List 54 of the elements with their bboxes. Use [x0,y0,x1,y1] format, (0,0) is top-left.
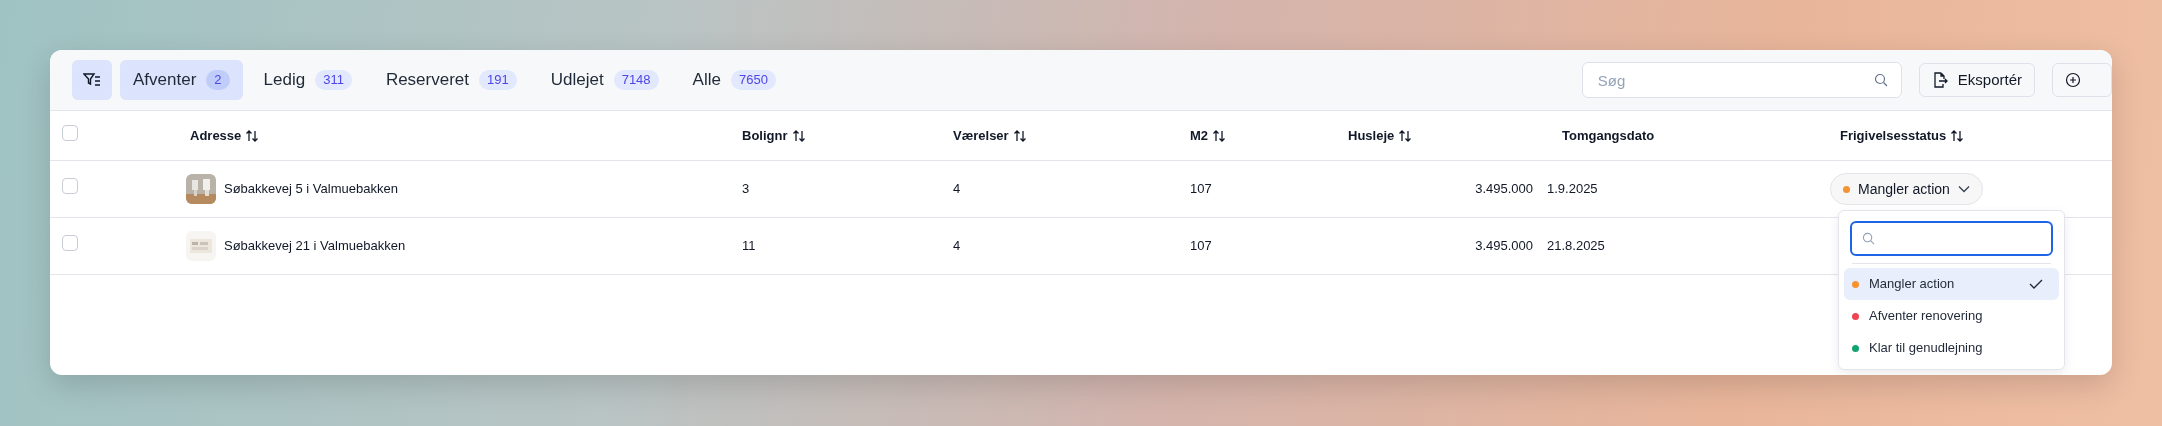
search-icon [1873,73,1888,87]
check-icon [2029,279,2043,289]
table-cell: 21.8.2025 [1547,238,1605,254]
file-export-icon [1931,72,1948,88]
menu-option[interactable]: Mangler action [1844,268,2059,300]
search-field[interactable]: Søg [1581,62,1902,98]
count-badge: 191 [479,70,517,90]
filter-button[interactable] [72,60,112,100]
checkbox[interactable] [62,235,78,252]
column-header[interactable]: Husleje [1348,125,1395,146]
address-cell-text: Søbakkevej 5 i Valmuebakken [224,180,398,199]
checkbox[interactable] [62,124,78,141]
table-cell: 4 [953,238,961,254]
column-header[interactable]: Tomgangsdato [1562,125,1655,146]
status-dropdown[interactable]: Mangler action [1830,173,1983,205]
count-badge: 7148 [613,70,659,90]
table-cell: 1.9.2025 [1547,181,1598,197]
menu-search-field[interactable] [1850,221,2053,256]
chevron-down-icon [1957,185,1970,193]
tab[interactable]: Reserveret 191 [372,60,530,100]
table-cell: 11 [742,238,756,254]
sort-icon [1012,128,1027,143]
tab[interactable]: Udlejet 7148 [537,60,672,100]
sort-icon [1950,128,1965,143]
plus-circle-icon [2065,72,2081,88]
table-cell: 107 [1190,181,1212,197]
count-badge: 311 [315,70,352,90]
column-header[interactable]: Frigivelsesstatus [1840,125,1947,146]
table-cell: 107 [1190,238,1212,254]
column-header[interactable]: M2 [1190,125,1209,146]
sort-icon [245,128,260,143]
column-header[interactable]: Bolignr [742,125,788,146]
menu-option[interactable]: Afventer renovering [1844,300,2059,332]
sort-icon [791,128,806,143]
tab[interactable]: Alle 7650 [679,60,789,100]
table-cell: 3.495.000 [1475,238,1533,254]
column-header[interactable]: Adresse [190,125,242,146]
table-cell: 3.495.000 [1475,181,1533,197]
table-cell: 4 [953,181,961,197]
add-button[interactable] [2052,63,2112,97]
tab[interactable]: Afventer 2 [120,60,243,100]
export-button[interactable]: Eksportér [1918,63,2035,97]
checkbox[interactable] [62,178,78,195]
column-header[interactable]: Værelser [953,125,1009,146]
count-badge: 7650 [730,70,776,90]
table-cell: 3 [742,181,750,197]
search-icon [1862,232,1875,245]
sort-icon [1212,128,1227,143]
menu-option[interactable]: Klar til genudlejning [1844,332,2059,364]
sort-icon [1398,128,1413,143]
address-cell-text: Søbakkevej 21 i Valmuebakken [224,237,406,256]
count-badge: 2 [206,70,230,90]
filter-icon [83,72,101,88]
tab[interactable]: Ledig 311 [250,60,365,100]
